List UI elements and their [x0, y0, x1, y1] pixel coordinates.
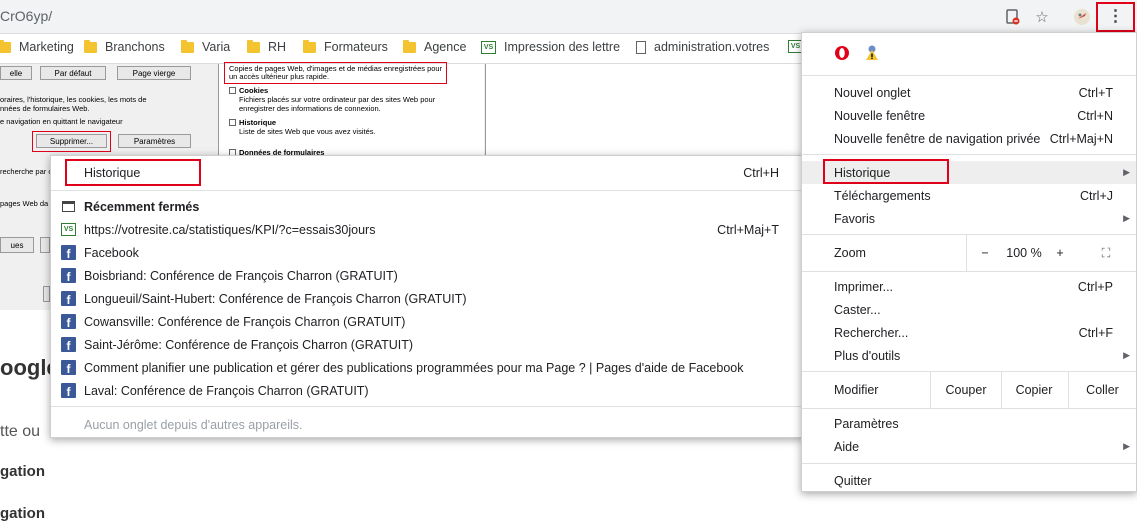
menu-more-tools[interactable]: Plus d'outils ▶ [802, 344, 1136, 367]
zoom-out-button[interactable]: − [977, 235, 993, 271]
separator [802, 463, 1136, 464]
bookmark-marketing[interactable]: Marketing [0, 39, 74, 54]
bookmark-star-icon[interactable]: ☆ [1032, 7, 1052, 27]
fullscreen-icon[interactable]: ⛶ [1094, 235, 1118, 271]
highlight-box [823, 159, 949, 184]
chrome-menu-button[interactable]: ⋮ [1096, 2, 1135, 32]
dialog-button [43, 286, 50, 302]
chevron-right-icon: ▶ [1123, 167, 1130, 177]
paste-button[interactable]: Coller [1069, 372, 1136, 408]
folder-icon [403, 39, 416, 53]
folder-icon [181, 39, 194, 53]
history-entry[interactable]: f Laval: Conférence de François Charron … [51, 379, 803, 402]
folder-icon [303, 39, 316, 53]
folder-icon [247, 39, 260, 53]
dialog-button [40, 237, 50, 253]
page-text-line: tte ou [0, 423, 41, 440]
history-entry[interactable]: f Comment planifier une publication et g… [51, 356, 803, 379]
highlight-box [65, 159, 201, 186]
recently-closed-header: Récemment fermés [51, 195, 803, 218]
vs-icon: VS [61, 222, 76, 237]
menu-new-window[interactable]: Nouvelle fenêtre Ctrl+N [802, 104, 1136, 127]
dialog-delete-button: Supprimer... [36, 134, 107, 148]
chevron-right-icon: ▶ [1123, 350, 1130, 360]
menu-find[interactable]: Rechercher... Ctrl+F [802, 321, 1136, 344]
facebook-icon: f [61, 245, 76, 260]
dialog-button: Page vierge [117, 66, 191, 80]
dialog-params-button: Paramètres [118, 134, 191, 148]
edit-row: Modifier Couper Copier Coller [802, 372, 1136, 408]
address-bar: CrO6yp/ ☆ ⋮ [0, 0, 1137, 34]
bookmark-branchons[interactable]: Branchons [84, 39, 165, 54]
facebook-icon: f [61, 314, 76, 329]
menu-downloads[interactable]: Téléchargements Ctrl+J [802, 184, 1136, 207]
separator [802, 154, 1136, 155]
chevron-right-icon: ▶ [1123, 441, 1130, 451]
zoom-label: Zoom [834, 246, 866, 260]
menu-bookmarks[interactable]: Favoris ▶ [802, 207, 1136, 230]
separator [802, 408, 1136, 409]
facebook-icon: f [61, 383, 76, 398]
folder-icon [0, 39, 11, 53]
checkbox [229, 119, 236, 126]
tab-icon [61, 199, 76, 214]
separator [51, 406, 803, 407]
bookmark-agence[interactable]: Agence [403, 39, 466, 54]
kebab-icon: ⋮ [1107, 8, 1124, 25]
menu-print[interactable]: Imprimer... Ctrl+P [802, 275, 1136, 298]
extension-icon[interactable] [1072, 7, 1092, 27]
checkbox [229, 87, 236, 94]
blocked-icon[interactable] [1003, 7, 1023, 27]
vs-icon: VS [481, 40, 496, 54]
page-icon [636, 40, 646, 54]
page-text-line: gation [0, 505, 45, 522]
copy-button[interactable]: Copier [1002, 372, 1066, 408]
bookmark-rh[interactable]: RH [247, 39, 286, 54]
menu-incognito-window[interactable]: Nouvelle fenêtre de navigation privée Ctr… [802, 127, 1136, 150]
chrome-main-menu: Nouvel onglet Ctrl+T Nouvelle fenêtre Ctrl… [801, 32, 1137, 492]
facebook-icon: f [61, 360, 76, 375]
zoom-row: Zoom − 100 % + ⛶ [802, 235, 1136, 271]
history-submenu: Historique Ctrl+H Récemment fermés VS ht… [50, 155, 804, 438]
zoom-value: 100 % [1006, 246, 1042, 260]
facebook-icon: f [61, 337, 76, 352]
history-entry[interactable]: f Cowansville: Conférence de François Ch… [51, 310, 803, 333]
history-entry[interactable]: f Saint-Jérôme: Conférence de François C… [51, 333, 803, 356]
bookmark-formateurs[interactable]: Formateurs [303, 39, 388, 54]
menu-new-tab[interactable]: Nouvel onglet Ctrl+T [802, 81, 1136, 104]
separator [802, 271, 1136, 272]
bookmark-varia[interactable]: Varia [181, 39, 230, 54]
history-entry[interactable]: f Facebook [51, 241, 803, 264]
dialog-button: ues [0, 237, 34, 253]
no-other-devices-text: Aucun onglet depuis d'autres appareils. [84, 417, 303, 432]
bookmark-impression[interactable]: VS Impression des lettre [481, 40, 620, 54]
menu-settings[interactable]: Paramètres [802, 412, 1136, 435]
separator [966, 235, 967, 271]
zoom-in-button[interactable]: + [1052, 235, 1068, 271]
menu-help[interactable]: Aide ▶ [802, 435, 1136, 458]
separator [802, 75, 1136, 76]
warning-extension-icon[interactable] [864, 44, 880, 65]
chevron-right-icon: ▶ [1123, 213, 1130, 223]
dialog-button: Par défaut [40, 66, 106, 80]
menu-cast[interactable]: Caster... [802, 298, 1136, 321]
dialog-button: elle [0, 66, 32, 80]
folder-icon [84, 39, 97, 53]
history-entry[interactable]: f Boisbriand: Conférence de François Cha… [51, 264, 803, 287]
separator [51, 190, 803, 191]
history-entry[interactable]: f Longueuil/Saint-Hubert: Conférence de … [51, 287, 803, 310]
edit-label: Modifier [834, 383, 879, 397]
url-text[interactable]: CrO6yp/ [0, 8, 52, 24]
facebook-icon: f [61, 291, 76, 306]
facebook-icon: f [61, 268, 76, 283]
cut-button[interactable]: Couper [931, 372, 1001, 408]
opera-extension-icon[interactable] [834, 45, 850, 64]
history-entry[interactable]: VS https://votresite.ca/statistiques/KPI… [51, 218, 803, 241]
bookmark-administration[interactable]: administration.votres [636, 40, 769, 54]
menu-quit[interactable]: Quitter [802, 469, 1136, 492]
page-text-line: gation [0, 463, 45, 480]
